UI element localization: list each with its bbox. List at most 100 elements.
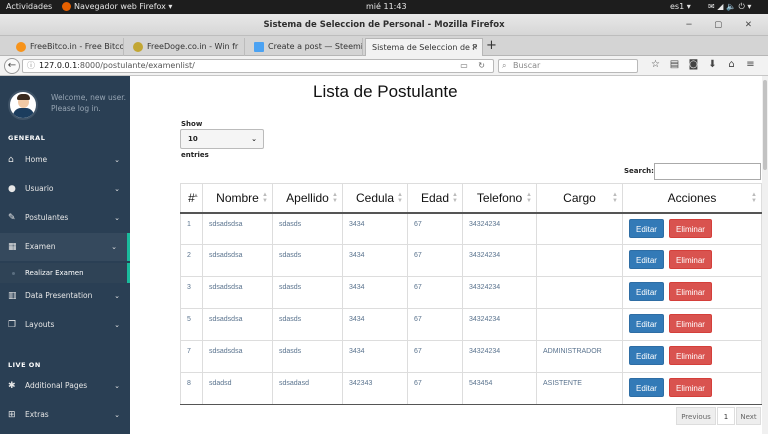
column-header-cargo[interactable]: Cargo ▲ ▼: [536, 183, 623, 214]
keyboard-layout[interactable]: es1 ▾: [670, 0, 691, 14]
info-icon[interactable]: ⓘ: [27, 60, 35, 72]
table-row: 8 sdadsd sdsadasd 342343 67 543454 ASIST…: [180, 372, 762, 405]
edit-button[interactable]: Editar: [629, 378, 664, 397]
navigation-toolbar: ← ⓘ 127.0.0.1:8000/postulante/examenlist…: [0, 56, 768, 76]
tab-strip: FreeBitco.in - Free Bitco FreeDoge.co.in…: [0, 36, 768, 56]
pagination-next[interactable]: Next: [736, 407, 761, 425]
cell-cargo: [536, 276, 623, 309]
tab-steemit[interactable]: Create a post — Steemi: [248, 38, 363, 56]
chevron-down-icon: ⌄: [114, 156, 120, 164]
bitcoin-icon: [16, 42, 26, 52]
table-row: 5 sdsadsdsa sdasds 3434 67 34324234 Edit…: [180, 308, 762, 341]
sidebar-item-layouts[interactable]: ❐ Layouts ⌄: [0, 311, 130, 339]
sidebar: Welcome, new user. Please log in. GENERA…: [0, 76, 130, 434]
bookmark-star-icon[interactable]: ☆: [646, 59, 665, 70]
edit-button[interactable]: Editar: [629, 346, 664, 365]
sort-icon: ▲ ▼: [397, 192, 403, 204]
column-header-acciones[interactable]: Acciones ▲ ▼: [622, 183, 762, 214]
cell-acciones: Editar Eliminar: [622, 212, 762, 245]
sidebar-item-extras[interactable]: ⊞ Extras ⌄: [0, 401, 130, 429]
sidebar-item-home[interactable]: ⌂ Home ⌄: [0, 146, 130, 174]
url-bar[interactable]: ⓘ 127.0.0.1:8000/postulante/examenlist/ …: [22, 59, 494, 73]
cell-telefono: 34324234: [462, 308, 537, 341]
edit-button[interactable]: Editar: [629, 250, 664, 269]
column-header-nombre[interactable]: Nombre ▲ ▼: [202, 183, 273, 214]
tab-freebitcoin[interactable]: FreeBitco.in - Free Bitco: [10, 38, 124, 56]
clock[interactable]: mié 11:43: [366, 0, 407, 14]
edit-button[interactable]: Editar: [629, 282, 664, 301]
sidebar-item-usuario[interactable]: ● Usuario ⌄: [0, 175, 130, 203]
table-row: 7 sdsadsdsa sdasds 3434 67 34324234 ADMI…: [180, 340, 762, 373]
cell-nombre: sdsadsdsa: [202, 308, 273, 341]
menu-icon[interactable]: ≡: [741, 59, 760, 70]
column-header-id[interactable]: # ▲: [180, 183, 203, 214]
reload-icon[interactable]: ▭ ↻: [460, 60, 489, 72]
table-search-input[interactable]: [654, 163, 761, 180]
table-row: 3 sdsadsdsa sdasds 3434 67 34324234 Edit…: [180, 276, 762, 309]
pagination-previous[interactable]: Previous: [676, 407, 716, 425]
sidebar-item-postulantes[interactable]: ✎ Postulantes ⌄: [0, 204, 130, 232]
system-status-icons[interactable]: ✉ ◢ 🔈 ⏻ ▾: [708, 0, 751, 14]
page-size-select[interactable]: 10 ⌄: [180, 129, 264, 149]
sidebar-item-examen[interactable]: ▦ Examen ⌄: [0, 233, 130, 261]
sidebar-item-additional-pages[interactable]: ✱ Additional Pages ⌄: [0, 372, 130, 400]
table-row: 1 sdsadsdsa sdasds 3434 67 34324234 Edit…: [180, 212, 762, 245]
sidebar-item-data-presentation[interactable]: ▥ Data Presentation ⌄: [0, 282, 130, 310]
home-icon[interactable]: ⌂: [722, 59, 741, 70]
chevron-down-icon: ⌄: [111, 243, 117, 251]
pocket-icon[interactable]: ◙: [684, 59, 703, 70]
show-label: Show: [181, 120, 203, 128]
window-title: Sistema de Seleccion de Personal - Mozil…: [263, 20, 505, 30]
new-tab-button[interactable]: +: [486, 38, 497, 54]
edit-button[interactable]: Editar: [629, 218, 664, 238]
cell-nombre: sdsadsdsa: [202, 212, 273, 245]
delete-button[interactable]: Eliminar: [669, 346, 712, 365]
column-header-apellido[interactable]: Apellido ▲ ▼: [272, 183, 343, 214]
column-header-edad[interactable]: Edad ▲ ▼: [407, 183, 463, 214]
cell-telefono: 34324234: [462, 340, 537, 373]
section-live-on: LIVE ON: [8, 361, 41, 369]
download-icon[interactable]: ⬇: [703, 59, 722, 70]
back-button[interactable]: ←: [4, 58, 20, 74]
chevron-down-icon: ⌄: [114, 382, 120, 390]
delete-button[interactable]: Eliminar: [669, 314, 712, 333]
chevron-down-icon: ⌄: [251, 135, 257, 143]
chevron-down-icon: ⌄: [114, 411, 120, 419]
window-titlebar: Sistema de Seleccion de Personal - Mozil…: [0, 14, 768, 36]
delete-button[interactable]: Eliminar: [669, 378, 712, 397]
delete-button[interactable]: Eliminar: [669, 218, 712, 238]
close-tab-icon[interactable]: ✕: [471, 39, 478, 56]
sidebar-subitem-realizar-examen[interactable]: Realizar Examen: [0, 263, 130, 283]
cell-edad: 67: [407, 372, 463, 405]
delete-button[interactable]: Eliminar: [669, 250, 712, 269]
cell-edad: 67: [407, 340, 463, 373]
search-input[interactable]: ⌕ Buscar: [498, 59, 638, 73]
cell-nombre: sdadsd: [202, 372, 273, 405]
delete-button[interactable]: Eliminar: [669, 282, 712, 301]
firefox-app-menu[interactable]: Navegador web Firefox ▾: [62, 0, 172, 14]
column-header-cedula[interactable]: Cedula ▲ ▼: [342, 183, 408, 214]
library-icon[interactable]: ▤: [665, 59, 684, 70]
cell-edad: 67: [407, 308, 463, 341]
tab-freedoge[interactable]: FreeDoge.co.in - Win fr: [127, 38, 245, 56]
window-controls[interactable]: ─ ▢ ✕: [686, 14, 762, 36]
avatar[interactable]: [8, 90, 38, 120]
page-scrollbar[interactable]: [762, 76, 768, 434]
cell-cedula: 342343: [342, 372, 408, 405]
cell-id: 2: [180, 244, 203, 277]
activities-button[interactable]: Actividades: [6, 0, 52, 14]
firefox-icon: [62, 2, 71, 11]
pagination-page-1[interactable]: 1: [717, 407, 735, 425]
cell-cedula: 3434: [342, 276, 408, 309]
system-top-bar: Actividades Navegador web Firefox ▾ mié …: [0, 0, 768, 14]
home-icon: ⌂: [8, 155, 14, 165]
cell-cargo: [536, 212, 623, 245]
cell-edad: 67: [407, 212, 463, 245]
welcome-text: Welcome, new user. Please log in.: [51, 93, 127, 113]
cell-cedula: 3434: [342, 340, 408, 373]
search-label: Search:: [624, 167, 654, 175]
column-header-telefono[interactable]: Telefono ▲ ▼: [462, 183, 537, 214]
edit-button[interactable]: Editar: [629, 314, 664, 333]
tab-sistema-seleccion[interactable]: Sistema de Seleccion de P ✕: [365, 38, 483, 56]
sort-icon: ▲ ▼: [452, 192, 458, 204]
